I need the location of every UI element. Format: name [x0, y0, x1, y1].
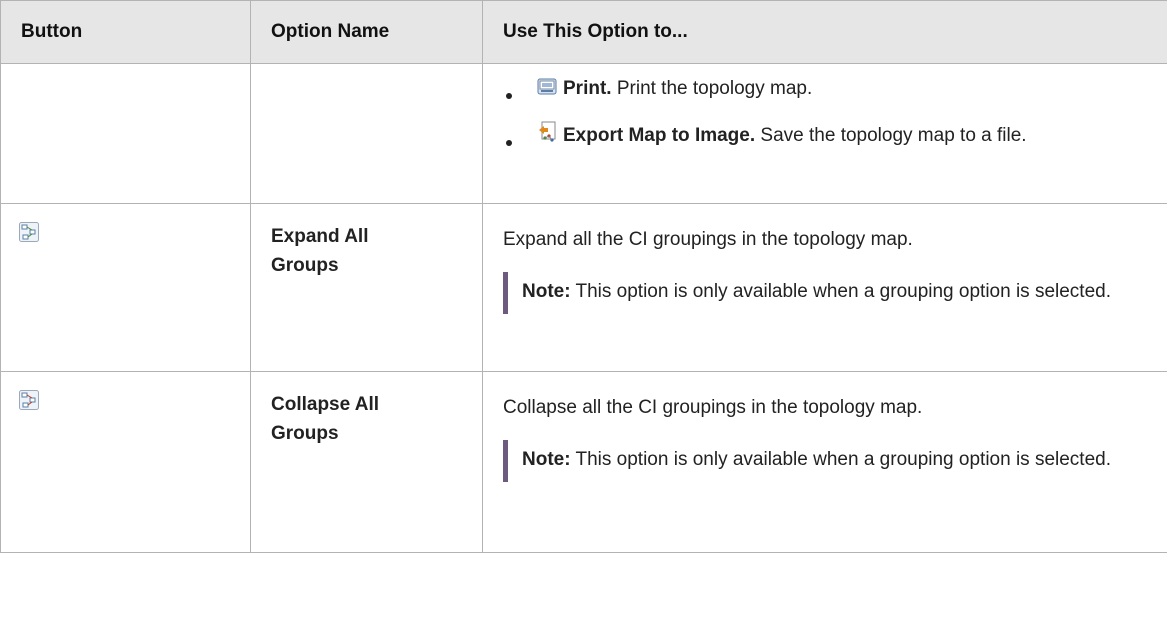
list-item: Export Map to Image. Save the topology m… [503, 119, 1167, 152]
table-row: Expand All Groups Expand all the CI grou… [0, 203, 1167, 372]
print-icon [537, 74, 557, 95]
header-option-name: Option Name [250, 0, 483, 64]
header-button: Button [0, 0, 251, 64]
use-option-cell: Collapse all the CI groupings in the top… [482, 371, 1167, 553]
table-header-row: Button Option Name Use This Option to... [0, 0, 1167, 64]
option-name: Collapse All Groups [271, 394, 380, 444]
export-text: Save the topology map to a file. [755, 125, 1027, 146]
use-option-cell: Expand all the CI groupings in the topol… [482, 203, 1167, 372]
header-use-option: Use This Option to... [482, 0, 1167, 64]
print-text: Print the topology map. [611, 78, 813, 99]
button-cell [0, 371, 251, 553]
option-name-cell: Collapse All Groups [250, 371, 483, 553]
export-map-image-icon [537, 121, 557, 142]
button-cell [0, 203, 251, 372]
option-name-cell [250, 63, 483, 204]
note-box: Note: This option is only available when… [503, 272, 1122, 314]
options-table: Button Option Name Use This Option to... [0, 0, 1167, 553]
table-row: Print. Print the topology map. Export Ma… [0, 63, 1167, 204]
bullet-list: Print. Print the topology map. Export Ma… [503, 72, 1167, 152]
description: Expand all the CI groupings in the topol… [503, 229, 913, 250]
bullet-dot [506, 93, 512, 99]
print-label: Print. [563, 78, 612, 99]
note-label: Note: [522, 449, 571, 470]
note-box: Note: This option is only available when… [503, 440, 1122, 482]
note-text: This option is only available when a gro… [570, 281, 1111, 302]
use-option-cell: Print. Print the topology map. Export Ma… [482, 63, 1167, 204]
option-name: Expand All Groups [271, 226, 369, 276]
bullet-dot [506, 140, 512, 146]
note-label: Note: [522, 281, 571, 302]
collapse-all-groups-icon[interactable] [19, 390, 39, 410]
description: Collapse all the CI groupings in the top… [503, 397, 923, 418]
option-name-cell: Expand All Groups [250, 203, 483, 372]
button-cell [0, 63, 251, 204]
note-text: This option is only available when a gro… [570, 449, 1111, 470]
export-label: Export Map to Image. [563, 125, 756, 146]
expand-all-groups-icon[interactable] [19, 222, 39, 242]
list-item: Print. Print the topology map. [503, 72, 1167, 105]
table-row: Collapse All Groups Collapse all the CI … [0, 371, 1167, 553]
